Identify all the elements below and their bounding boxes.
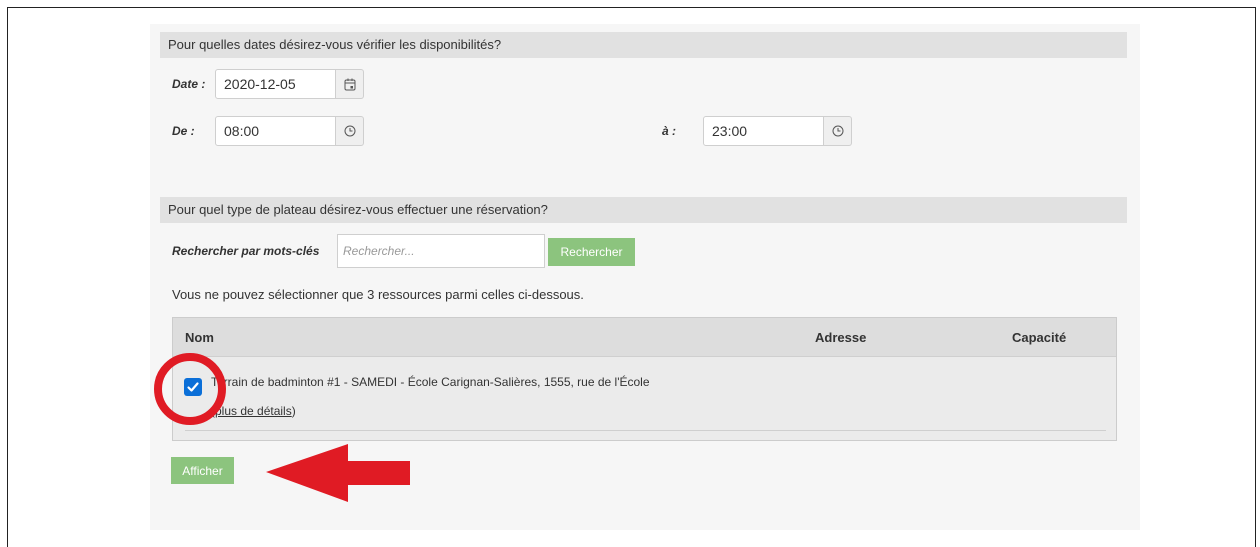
table-header: Nom Adresse Capacité xyxy=(173,318,1116,357)
row-divider xyxy=(185,430,1106,431)
column-header-address: Adresse xyxy=(815,330,867,345)
search-label: Rechercher par mots-clés xyxy=(172,244,320,258)
clock-icon xyxy=(832,125,843,137)
dates-section-header: Pour quelles dates désirez-vous vérifier… xyxy=(160,32,1127,58)
search-input[interactable] xyxy=(337,234,545,268)
show-button[interactable]: Afficher xyxy=(171,457,234,484)
from-label: De : xyxy=(172,124,195,138)
resource-name: Terrain de badminton #1 - SAMEDI - École… xyxy=(211,375,650,389)
selection-limit-info: Vous ne pouvez sélectionner que 3 ressou… xyxy=(172,287,584,302)
resource-details: (plus de détails) xyxy=(211,404,296,418)
to-label: à : xyxy=(662,124,677,138)
details-link[interactable]: plus de détails xyxy=(215,404,292,418)
resource-checkbox[interactable] xyxy=(184,378,202,396)
to-time-field[interactable]: 23:00 xyxy=(703,116,852,146)
from-clock-button[interactable] xyxy=(336,116,364,146)
check-icon xyxy=(187,382,199,392)
date-field[interactable]: 2020-12-05 xyxy=(215,69,364,99)
calendar-icon xyxy=(344,78,355,90)
booking-panel: Pour quelles dates désirez-vous vérifier… xyxy=(150,24,1140,530)
to-clock-button[interactable] xyxy=(824,116,852,146)
type-section-header: Pour quel type de plateau désirez-vous e… xyxy=(160,197,1127,223)
date-input[interactable]: 2020-12-05 xyxy=(215,69,336,99)
calendar-button[interactable] xyxy=(336,69,364,99)
from-time-input[interactable]: 08:00 xyxy=(215,116,336,146)
date-label: Date : xyxy=(172,77,206,91)
search-button[interactable]: Rechercher xyxy=(548,238,635,266)
clock-icon xyxy=(344,125,355,137)
column-header-capacity: Capacité xyxy=(1012,330,1067,345)
resources-table: Nom Adresse Capacité Terrain de badminto… xyxy=(172,317,1117,441)
column-header-name: Nom xyxy=(185,330,214,345)
to-time-input[interactable]: 23:00 xyxy=(703,116,824,146)
from-time-field[interactable]: 08:00 xyxy=(215,116,364,146)
